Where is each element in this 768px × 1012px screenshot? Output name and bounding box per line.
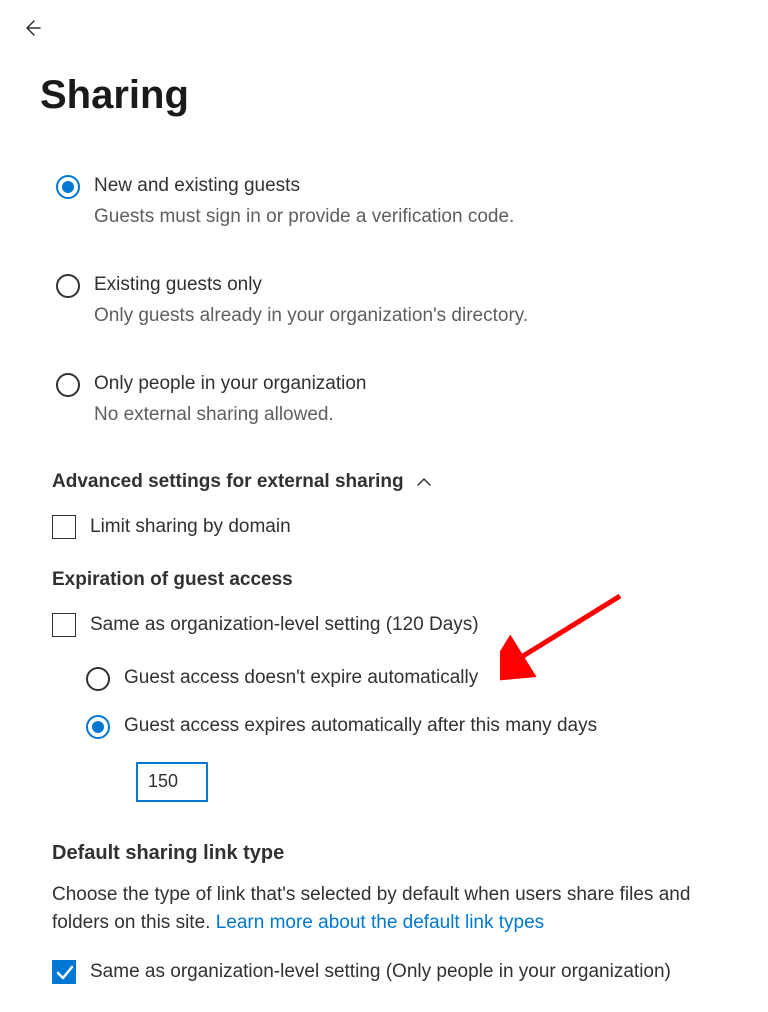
radio-label: Only people in your organization xyxy=(94,371,367,398)
section-header-label: Advanced settings for external sharing xyxy=(52,471,404,493)
learn-more-link[interactable]: Learn more about the default link types xyxy=(216,912,544,933)
radio-label: New and existing guests xyxy=(94,173,514,200)
radio-desc: Only guests already in your organization… xyxy=(94,303,528,330)
radio-existing-guests-only[interactable]: Existing guests only Only guests already… xyxy=(40,272,728,329)
radio-label: Guest access doesn't expire automaticall… xyxy=(124,665,478,692)
checkbox-label: Limit sharing by domain xyxy=(90,516,291,538)
checkbox-icon xyxy=(52,515,76,539)
radio-new-existing-guests[interactable]: New and existing guests Guests must sign… xyxy=(40,173,728,230)
expiration-days-input[interactable] xyxy=(136,762,208,802)
radio-icon xyxy=(56,175,80,199)
checkbox-label: Same as organization-level setting (Only… xyxy=(90,961,671,983)
radio-desc: Guests must sign in or provide a verific… xyxy=(94,204,514,231)
radio-icon xyxy=(56,274,80,298)
back-arrow-icon xyxy=(22,18,42,38)
default-link-desc: Choose the type of link that's selected … xyxy=(52,881,728,938)
expiration-header: Expiration of guest access xyxy=(52,569,728,591)
radio-label: Guest access expires automatically after… xyxy=(124,713,597,740)
radio-expire-days[interactable]: Guest access expires automatically after… xyxy=(86,713,728,740)
radio-icon xyxy=(86,715,110,739)
back-button[interactable] xyxy=(0,0,42,38)
checkbox-limit-domain[interactable]: Limit sharing by domain xyxy=(52,515,728,539)
radio-no-expire[interactable]: Guest access doesn't expire automaticall… xyxy=(86,665,728,692)
checkbox-icon xyxy=(52,613,76,637)
checkbox-label: Same as organization-level setting (120 … xyxy=(90,614,479,636)
radio-icon xyxy=(56,373,80,397)
radio-only-org[interactable]: Only people in your organization No exte… xyxy=(40,371,728,428)
chevron-up-icon xyxy=(416,476,432,488)
default-link-title: Default sharing link type xyxy=(52,842,728,865)
radio-label: Existing guests only xyxy=(94,272,528,299)
checkbox-expiration-same-org[interactable]: Same as organization-level setting (120 … xyxy=(52,613,728,637)
page-title: Sharing xyxy=(40,73,728,118)
checkbox-icon xyxy=(52,960,76,984)
advanced-settings-toggle[interactable]: Advanced settings for external sharing xyxy=(52,471,728,493)
radio-icon xyxy=(86,667,110,691)
checkbox-default-link-same-org[interactable]: Same as organization-level setting (Only… xyxy=(52,960,728,984)
radio-desc: No external sharing allowed. xyxy=(94,402,367,429)
